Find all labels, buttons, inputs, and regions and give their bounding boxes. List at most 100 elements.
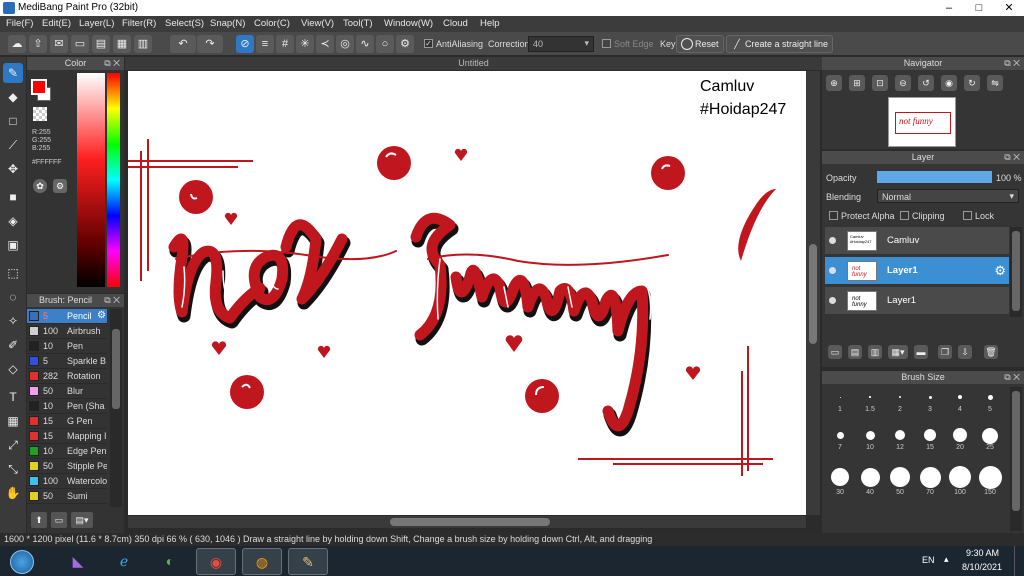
start-button[interactable]: [2, 548, 42, 575]
share-icon[interactable]: ⇧: [29, 35, 47, 53]
gradient-tool-icon[interactable]: ▣: [3, 235, 23, 255]
snap-settings-icon[interactable]: ⚙: [396, 35, 414, 53]
zoom-actual-icon[interactable]: ⊡: [872, 75, 888, 91]
snap-circle-icon[interactable]: ○: [376, 35, 394, 53]
pin-icon[interactable]: ⧉ ✕: [1004, 151, 1020, 164]
new-layer-icon[interactable]: ▭: [828, 345, 842, 359]
protect-alpha-checkbox[interactable]: [829, 211, 838, 220]
snap-parallel-icon[interactable]: ≡: [256, 35, 274, 53]
antialiasing-checkbox[interactable]: ✓: [424, 39, 433, 48]
operation-tool-icon[interactable]: ⤡: [3, 459, 23, 479]
clipping-checkbox[interactable]: [900, 211, 909, 220]
menu-file[interactable]: File(F): [6, 18, 33, 29]
expand-tray-icon[interactable]: ▴: [944, 554, 949, 565]
folder-icon[interactable]: ▬: [914, 345, 928, 359]
brush-size-option[interactable]: 1.5: [857, 389, 883, 415]
brush-size-option[interactable]: 30: [827, 465, 853, 496]
rotate-reset-icon[interactable]: ◉: [941, 75, 957, 91]
brush-item[interactable]: 15 Mapping I: [27, 429, 107, 444]
scrollbar-thumb[interactable]: [1012, 231, 1020, 311]
add-brush-icon[interactable]: ⬆: [31, 512, 47, 528]
brush-file-icon[interactable]: ▭: [51, 512, 67, 528]
brush-size-option[interactable]: 150: [977, 465, 1003, 496]
layer-row-layer1[interactable]: not funny Layer1: [825, 287, 1009, 315]
new-8bit-layer-icon[interactable]: ▤: [848, 345, 862, 359]
brush-size-option[interactable]: 100: [947, 465, 973, 496]
minimize-button[interactable]: –: [934, 0, 964, 16]
gear-icon[interactable]: ⚙: [97, 310, 106, 321]
pin-icon[interactable]: ⧉ ✕: [1004, 371, 1020, 384]
brush-item[interactable]: 10 Pen (Sha: [27, 399, 107, 414]
saturation-brightness-picker[interactable]: [77, 73, 105, 287]
text-tool-icon[interactable]: T: [3, 387, 23, 407]
brush-item[interactable]: 15 G Pen: [27, 414, 107, 429]
brush-item[interactable]: 100 Airbrush: [27, 324, 107, 339]
snap-off-icon[interactable]: ⊘: [236, 35, 254, 53]
transparent-color-swatch[interactable]: [33, 107, 47, 121]
show-desktop-button[interactable]: [1014, 546, 1024, 576]
clock-date[interactable]: 8/10/2021: [962, 562, 1002, 572]
foreground-color-swatch[interactable]: [31, 79, 47, 95]
menu-snap[interactable]: Snap(N): [210, 18, 245, 29]
flip-icon[interactable]: ⇋: [987, 75, 1003, 91]
snap-grid-icon[interactable]: #: [276, 35, 294, 53]
snap-curve-icon[interactable]: ∿: [356, 35, 374, 53]
brush-item[interactable]: 10 Edge Pen: [27, 444, 107, 459]
maximize-button[interactable]: □: [964, 0, 994, 16]
fill-rectangle-icon[interactable]: ■: [3, 187, 23, 207]
trash-icon[interactable]: 🗑: [984, 345, 998, 359]
menu-select[interactable]: Select(S): [165, 18, 204, 29]
coccoc-browser-icon[interactable]: ◐: [150, 548, 190, 575]
brush-list-scrollbar[interactable]: [110, 309, 122, 507]
menu-color[interactable]: Color(C): [254, 18, 290, 29]
layer-list-scrollbar[interactable]: [1010, 227, 1022, 317]
brush-size-option[interactable]: 5: [977, 389, 1003, 415]
export-icon[interactable]: ▦: [113, 35, 131, 53]
new-1bit-layer-icon[interactable]: ▥: [868, 345, 882, 359]
eraser-tool-icon[interactable]: ◆: [3, 87, 23, 107]
brush-item[interactable]: 50 Sumi: [27, 489, 107, 504]
visibility-eye-icon[interactable]: [829, 267, 836, 274]
snap-radial-icon[interactable]: ✳: [296, 35, 314, 53]
zoom-fit-icon[interactable]: ⊞: [849, 75, 865, 91]
internet-explorer-icon[interactable]: ℯ: [104, 548, 144, 575]
redo-icon[interactable]: ↷: [197, 35, 223, 53]
blending-select[interactable]: Normal ▾: [877, 189, 1019, 203]
menu-view[interactable]: View(V): [301, 18, 334, 29]
shape-tool-icon[interactable]: □: [3, 111, 23, 131]
clock-time[interactable]: 9:30 AM: [966, 548, 999, 558]
menu-layer[interactable]: Layer(L): [79, 18, 114, 29]
language-indicator[interactable]: EN: [922, 555, 935, 565]
lasso-icon[interactable]: ◌: [3, 287, 23, 307]
hue-slider[interactable]: [107, 73, 120, 287]
document-icon[interactable]: ▥: [134, 35, 152, 53]
menu-edit[interactable]: Edit(E): [42, 18, 71, 29]
layer-row-layer1-selected[interactable]: not funny Layer1 ⚙: [825, 257, 1009, 285]
visual-studio-icon[interactable]: ◣: [58, 548, 98, 575]
brush-item[interactable]: 100 Watercolo: [27, 474, 107, 489]
brush-menu-icon[interactable]: ▤▾: [71, 512, 93, 528]
palette-icon[interactable]: ✿: [33, 179, 47, 193]
drawing-canvas[interactable]: Camluv #Hoidap247: [128, 71, 806, 515]
scrollbar-thumb[interactable]: [112, 329, 120, 409]
medibang-icon[interactable]: ◍: [242, 548, 282, 575]
hand-tool-icon[interactable]: ✋: [3, 483, 23, 503]
rotate-left-icon[interactable]: ↺: [918, 75, 934, 91]
menu-filter[interactable]: Filter(R): [122, 18, 156, 29]
brush-size-option[interactable]: 4: [947, 389, 973, 415]
brush-size-scrollbar[interactable]: [1010, 387, 1022, 531]
snap-concentric-icon[interactable]: ◎: [336, 35, 354, 53]
brush-size-option[interactable]: 2: [887, 389, 913, 415]
brush-size-option[interactable]: 1: [827, 389, 853, 415]
visibility-eye-icon[interactable]: [829, 297, 836, 304]
select-rect-icon[interactable]: ⬚: [3, 263, 23, 283]
reset-button[interactable]: Reset: [676, 35, 724, 53]
cloud-icon[interactable]: ☁: [8, 35, 26, 53]
zoom-in-icon[interactable]: ⊕: [826, 75, 842, 91]
save-icon[interactable]: ▤: [92, 35, 110, 53]
canvas-h-scrollbar[interactable]: [128, 516, 806, 528]
magic-wand-icon[interactable]: ✧: [3, 311, 23, 331]
snap-vanishing-icon[interactable]: ≺: [316, 35, 334, 53]
h-scrollbar-thumb[interactable]: [390, 518, 550, 526]
brush-item[interactable]: 50 Blur: [27, 384, 107, 399]
